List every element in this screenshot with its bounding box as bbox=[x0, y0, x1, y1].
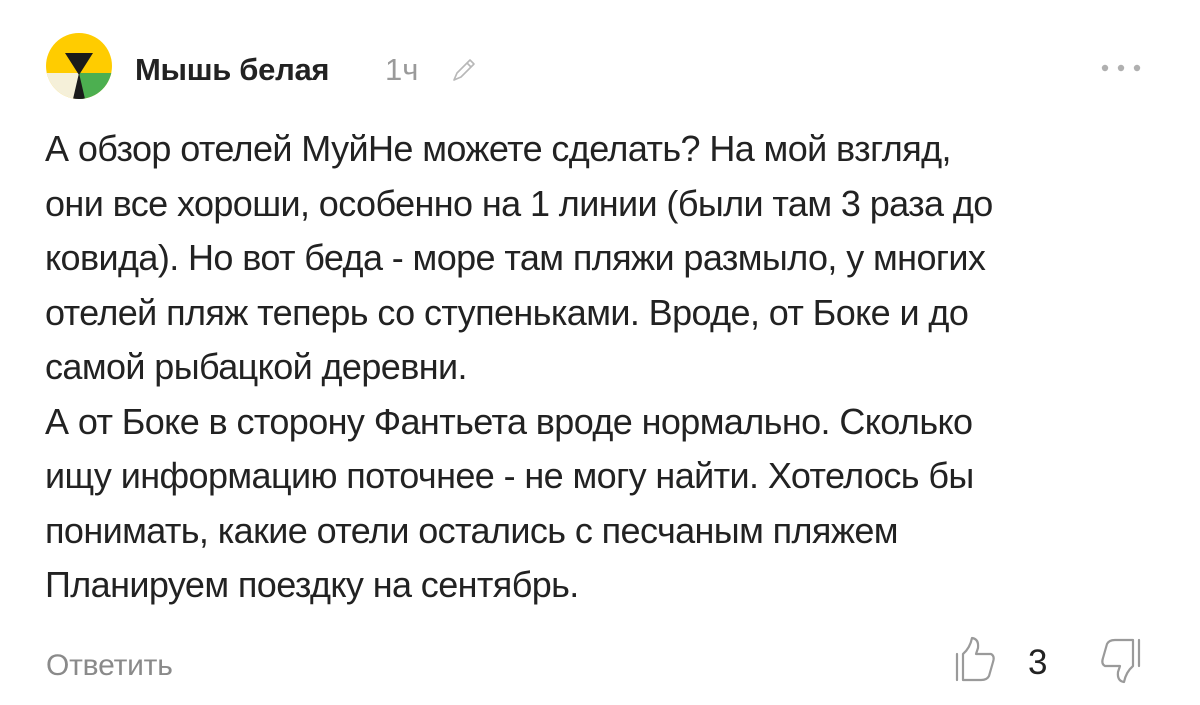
comment-card: Мышь белая 1ч А обзор отелей МуйНе может… bbox=[0, 0, 1200, 705]
author-name[interactable]: Мышь белая bbox=[135, 50, 330, 90]
like-count: 3 bbox=[1028, 643, 1048, 682]
comment-body-line: ковида). Но вот беда - море там пляжи ра… bbox=[45, 237, 986, 278]
more-dots-icon[interactable] bbox=[1098, 56, 1144, 80]
comment-time: 1ч bbox=[385, 52, 419, 87]
comment-body-line: понимать, какие отели остались с песчаны… bbox=[45, 509, 898, 551]
comment-body-line: Планируем поездку на сентябрь. bbox=[45, 564, 579, 605]
pencil-icon bbox=[453, 59, 475, 81]
comment-body-line: А обзор отелей МуйНе можете сделать? На … bbox=[45, 128, 952, 169]
comment-body-line: ищу информацию поточнее - не могу найти.… bbox=[45, 455, 974, 496]
thumbs-up-icon[interactable] bbox=[952, 632, 998, 688]
thumbs-down-icon[interactable] bbox=[1098, 632, 1144, 688]
yandex-avatar-icon[interactable] bbox=[46, 33, 112, 99]
comment-body-line: А от Боке в сторону Фантьета вроде норма… bbox=[45, 400, 973, 442]
comment-body-line: они все хороши, особенно на 1 линии (был… bbox=[45, 182, 993, 224]
comment-body-line: отелей пляж теперь со ступеньками. Вроде… bbox=[45, 291, 969, 333]
comment-body: А обзор отелей МуйНе можете сделать? На … bbox=[45, 122, 1165, 613]
comment-body-line: самой рыбацкой деревни. bbox=[45, 346, 468, 387]
reply-button[interactable]: Ответить bbox=[46, 646, 173, 686]
